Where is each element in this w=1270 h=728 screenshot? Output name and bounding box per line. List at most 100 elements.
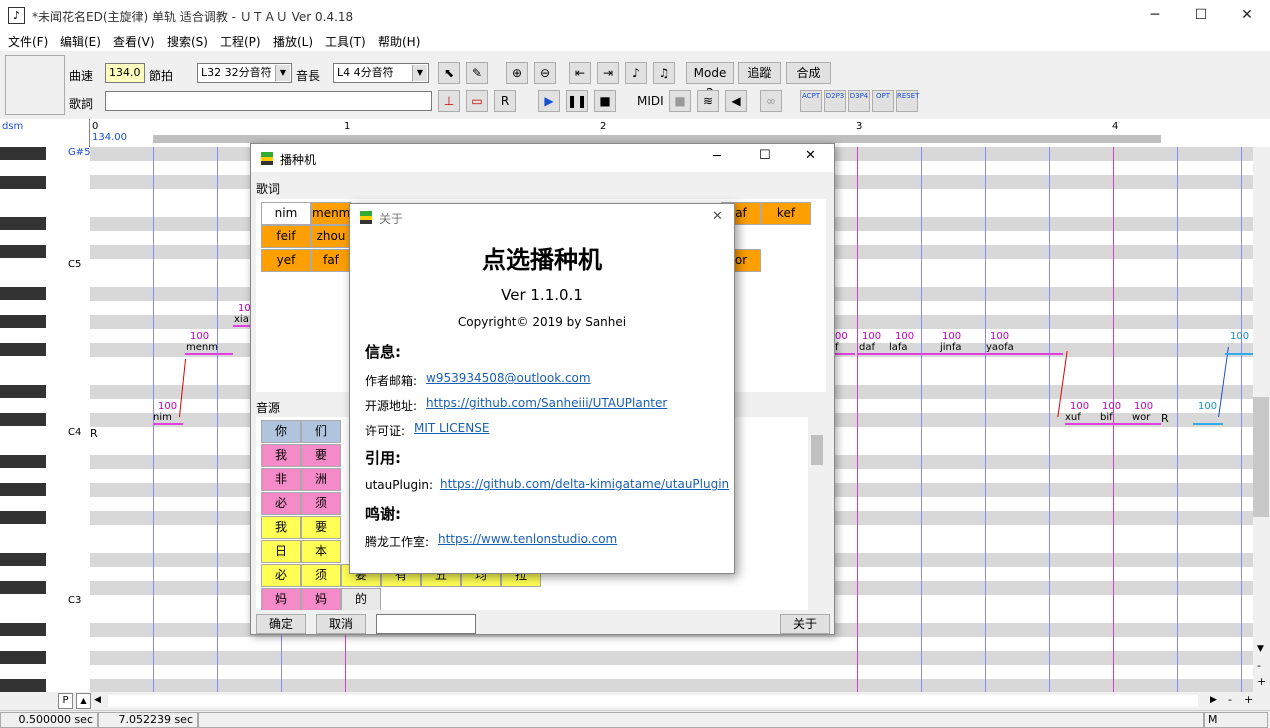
vertical-scrollbar[interactable]: ▼ - + bbox=[1253, 147, 1270, 692]
source-cell[interactable]: 你 bbox=[261, 420, 301, 443]
source-cell[interactable]: 必 bbox=[261, 564, 301, 587]
play-icon[interactable]: ▶ bbox=[538, 90, 560, 112]
quantize-select[interactable]: L32 32分音符 ▼ bbox=[197, 63, 292, 83]
mode-button[interactable]: Mode 2 bbox=[686, 62, 734, 100]
black-key[interactable] bbox=[0, 553, 46, 566]
minimize-button[interactable]: ─ bbox=[1132, 0, 1178, 31]
cancel-button[interactable]: 取消 bbox=[316, 614, 366, 634]
length-select[interactable]: L4 4分音符 ▼ bbox=[333, 63, 429, 83]
note[interactable]: xuf bbox=[1065, 413, 1097, 425]
planter-maximize-button[interactable]: ☐ bbox=[759, 148, 771, 163]
plugin-reset-button[interactable]: RESET bbox=[896, 90, 919, 112]
source-cell[interactable]: 我 bbox=[261, 444, 301, 467]
close-button[interactable]: ✕ bbox=[1224, 0, 1270, 31]
note[interactable]: f bbox=[835, 343, 855, 355]
speaker-icon[interactable]: ◀ bbox=[725, 90, 747, 112]
menu-search[interactable]: 搜索(S) bbox=[167, 33, 208, 50]
plugin-acpt-button[interactable]: ACPT bbox=[800, 90, 822, 112]
menu-file[interactable]: 文件(F) bbox=[8, 33, 48, 50]
zoom-minus-button[interactable]: - bbox=[1257, 659, 1261, 672]
source-cell[interactable]: 须 bbox=[301, 564, 341, 587]
note[interactable]: menm bbox=[185, 343, 233, 355]
scroll-down-icon[interactable]: ▼ bbox=[1257, 644, 1264, 654]
h-zoom-plus-button[interactable]: + bbox=[1244, 693, 1253, 706]
go-end-icon[interactable]: ⇥ bbox=[597, 62, 619, 84]
zoom-out-icon[interactable]: ⊖ bbox=[534, 62, 556, 84]
go-start-icon[interactable]: ⇤ bbox=[569, 62, 591, 84]
plugin-opt-button[interactable]: OPT bbox=[872, 90, 894, 112]
track-button[interactable]: 追蹤 bbox=[738, 62, 781, 84]
note[interactable]: bif bbox=[1097, 413, 1129, 425]
black-key[interactable] bbox=[0, 217, 46, 230]
selection-range[interactable] bbox=[153, 135, 1161, 143]
black-key[interactable] bbox=[0, 287, 46, 300]
email-link[interactable]: w953934508@outlook.com bbox=[426, 371, 591, 385]
lyric-cell[interactable]: menm bbox=[311, 202, 351, 225]
black-key[interactable] bbox=[0, 651, 46, 664]
piano-keyboard[interactable]: G#5 C5 C4 C3 bbox=[0, 147, 90, 692]
black-key[interactable] bbox=[0, 343, 46, 356]
planter-input[interactable] bbox=[376, 614, 476, 634]
note-next-icon[interactable]: ♫ bbox=[653, 62, 675, 84]
lyric-cell[interactable]: kef bbox=[761, 202, 811, 225]
menu-play[interactable]: 播放(L) bbox=[273, 33, 313, 50]
note[interactable] bbox=[1193, 417, 1223, 425]
note[interactable] bbox=[1225, 347, 1253, 355]
black-key[interactable] bbox=[0, 581, 46, 594]
source-cell[interactable]: 要 bbox=[301, 444, 341, 467]
scroll-up-small-icon[interactable]: ▲ bbox=[76, 693, 91, 709]
lyric-input[interactable] bbox=[105, 91, 432, 111]
menu-tools[interactable]: 工具(T) bbox=[325, 33, 366, 50]
render-button[interactable]: 合成 bbox=[786, 62, 831, 84]
pause-icon[interactable]: ❚❚ bbox=[566, 90, 588, 112]
source-cell[interactable]: 日 bbox=[261, 540, 301, 563]
source-cell[interactable]: 本 bbox=[301, 540, 341, 563]
lyric-cell[interactable]: nim bbox=[261, 202, 311, 225]
stop-icon[interactable]: ■ bbox=[594, 90, 616, 112]
black-key[interactable] bbox=[0, 245, 46, 258]
menu-view[interactable]: 查看(V) bbox=[113, 33, 155, 50]
license-link[interactable]: MIT LICENSE bbox=[414, 421, 489, 435]
maximize-button[interactable]: ☐ bbox=[1178, 0, 1224, 31]
scroll-thumb[interactable] bbox=[1253, 397, 1269, 517]
black-key[interactable] bbox=[0, 385, 46, 398]
black-key[interactable] bbox=[0, 511, 46, 524]
p-button[interactable]: P bbox=[58, 693, 73, 709]
studio-link[interactable]: https://www.tenlonstudio.com bbox=[438, 532, 617, 546]
source-cell[interactable]: 洲 bbox=[301, 468, 341, 491]
plugin-link[interactable]: https://github.com/delta-kimigatame/utau… bbox=[440, 477, 729, 491]
ok-button[interactable]: 确定 bbox=[256, 614, 306, 634]
menu-edit[interactable]: 编辑(E) bbox=[60, 33, 101, 50]
black-key[interactable] bbox=[0, 483, 46, 496]
lyric-cell[interactable]: faf bbox=[311, 249, 351, 272]
scroll-track[interactable] bbox=[108, 695, 1198, 707]
plugin-d2p3-button[interactable]: D2P3 bbox=[824, 90, 846, 112]
source-cell[interactable]: 们 bbox=[301, 420, 341, 443]
note[interactable]: daf bbox=[857, 343, 887, 355]
menu-help[interactable]: 帮助(H) bbox=[378, 33, 420, 50]
note[interactable]: xia bbox=[233, 315, 250, 327]
source-cell[interactable]: 须 bbox=[301, 492, 341, 515]
source-url-link[interactable]: https://github.com/Sanheiii/UTAUPlanter bbox=[426, 396, 667, 410]
source-cell[interactable]: 我 bbox=[261, 516, 301, 539]
tempo-field[interactable]: 134.0 bbox=[105, 63, 145, 83]
voicebank-portrait[interactable] bbox=[5, 55, 65, 115]
note-prev-icon[interactable]: ♪ bbox=[625, 62, 647, 84]
black-key[interactable] bbox=[0, 623, 46, 636]
black-key[interactable] bbox=[0, 455, 46, 468]
black-key[interactable] bbox=[0, 413, 46, 426]
lyric-cell[interactable]: feif bbox=[261, 225, 311, 248]
loop-icon[interactable]: ≋ bbox=[697, 90, 719, 112]
scroll-thumb[interactable] bbox=[811, 435, 823, 465]
black-key[interactable] bbox=[0, 679, 46, 692]
scroll-right-icon[interactable]: ▶ bbox=[1210, 695, 1217, 705]
source-cell[interactable]: 的 bbox=[341, 588, 381, 610]
black-key[interactable] bbox=[0, 176, 46, 189]
note[interactable]: lafa bbox=[887, 343, 937, 355]
record-icon[interactable]: ■ bbox=[669, 90, 691, 112]
source-cell[interactable]: 要 bbox=[301, 516, 341, 539]
zoom-in-icon[interactable]: ⊕ bbox=[506, 62, 528, 84]
scroll-left-icon[interactable]: ◀ bbox=[94, 695, 101, 705]
plugin-d3p4-button[interactable]: D3P4 bbox=[848, 90, 870, 112]
note[interactable]: wor bbox=[1129, 413, 1161, 425]
